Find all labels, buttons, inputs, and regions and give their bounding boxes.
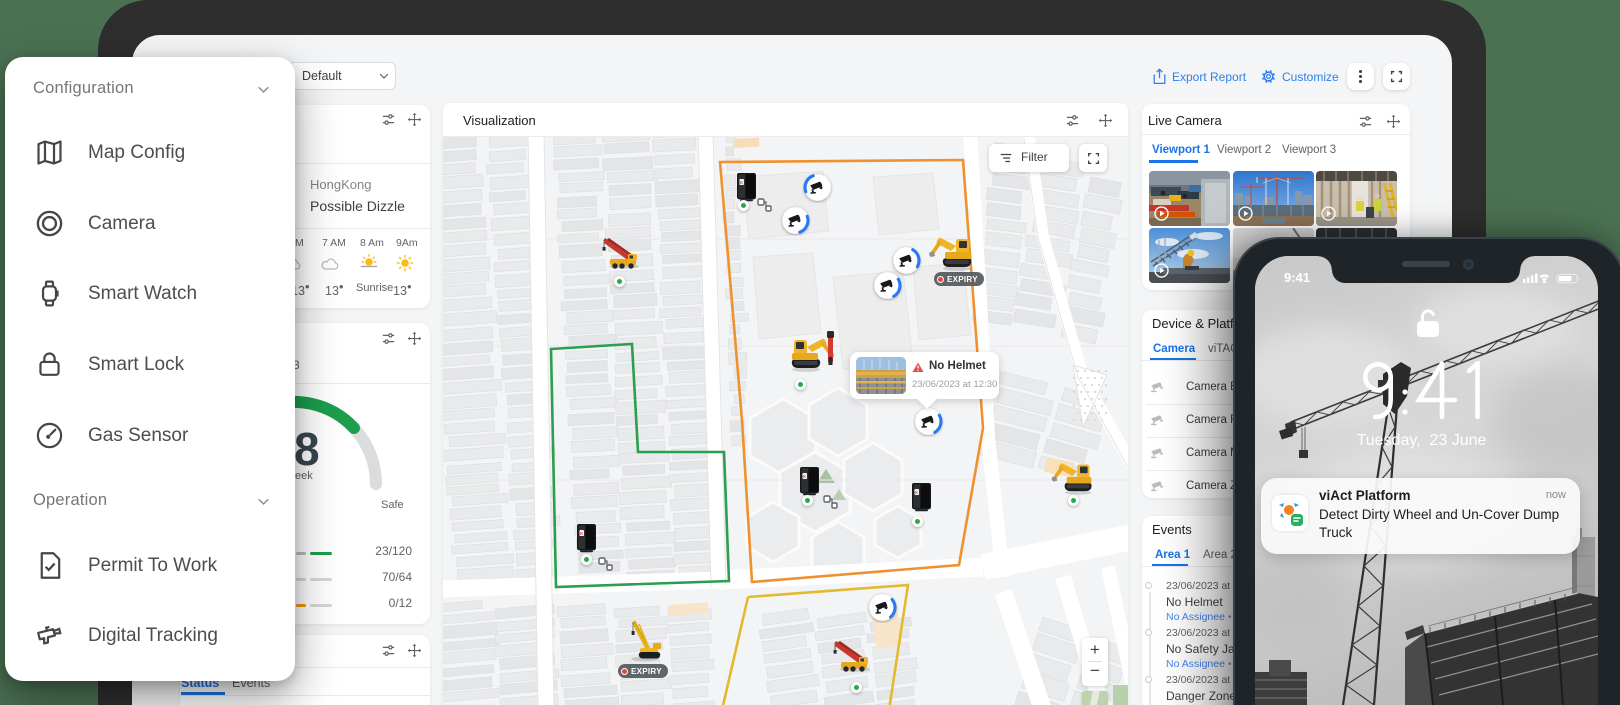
svg-text:K: K <box>803 474 806 479</box>
svg-text:K: K <box>580 531 583 536</box>
svg-text:K: K <box>740 180 743 185</box>
svg-text:K: K <box>915 490 918 495</box>
